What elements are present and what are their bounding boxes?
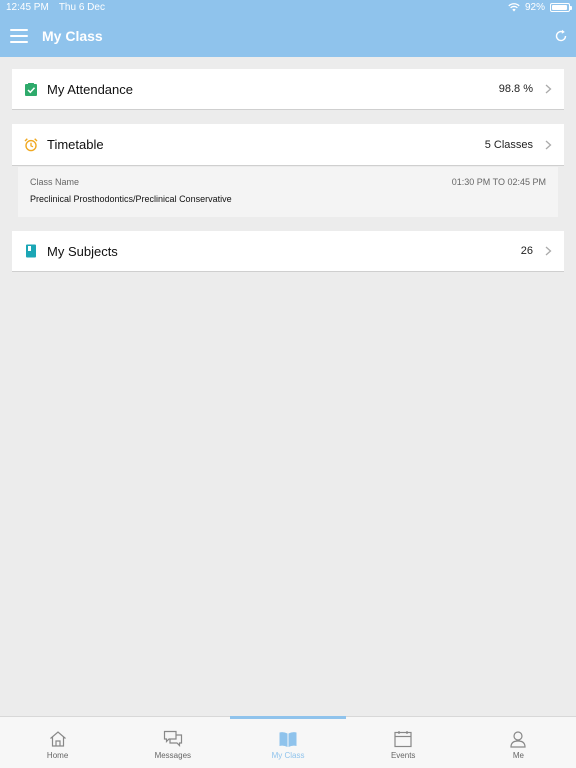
timetable-card[interactable]: Timetable 5 Classes <box>12 124 564 166</box>
class-name-label: Class Name <box>30 177 80 187</box>
refresh-icon[interactable] <box>554 29 568 43</box>
tab-label: Me <box>512 751 524 760</box>
tab-bar: Home Messages My Class Events Me <box>0 716 576 768</box>
user-icon <box>510 731 527 748</box>
checkbox-icon <box>24 82 38 96</box>
status-time: 12:45 PM <box>6 2 49 13</box>
subjects-label: My Subjects <box>47 243 118 259</box>
chat-bubbles-icon <box>163 730 182 747</box>
tab-me[interactable]: Me <box>461 717 576 768</box>
tab-label: My Class <box>271 751 305 760</box>
tab-home[interactable]: Home <box>0 717 115 768</box>
chevron-right-icon <box>545 140 552 149</box>
class-time: 01:30 PM TO 02:45 PM <box>451 177 546 187</box>
battery-fill <box>552 5 567 10</box>
tab-label: Messages <box>154 751 192 760</box>
class-name: Preclinical Prosthodontics/Preclinical C… <box>30 194 232 204</box>
battery-percent: 92% <box>524 2 545 13</box>
timetable-value: 5 Classes <box>484 138 533 151</box>
status-bar: 12:45 PM Thu 6 Dec 92% <box>0 0 576 15</box>
timetable-entry-header: Class Name 01:30 PM TO 02:45 PM <box>30 177 546 187</box>
subjects-value: 26 <box>520 245 533 257</box>
tab-label: Home <box>46 751 69 760</box>
calendar-icon <box>394 731 412 748</box>
timetable-label: Timetable <box>47 137 104 152</box>
hamburger-icon[interactable] <box>10 29 28 43</box>
open-book-icon <box>279 732 297 747</box>
page-title: My Class <box>42 28 103 44</box>
timetable-entry[interactable]: Class Name 01:30 PM TO 02:45 PM Preclini… <box>18 167 558 217</box>
tab-my-class[interactable]: My Class <box>230 716 346 768</box>
attendance-label: My Attendance <box>47 81 133 97</box>
chevron-right-icon <box>545 246 552 256</box>
wifi-icon <box>508 3 520 12</box>
tab-label: Events <box>390 751 416 760</box>
attendance-value: 98.8 % <box>498 83 533 95</box>
subjects-card[interactable]: My Subjects 26 <box>12 231 564 272</box>
status-date: Thu 6 Dec <box>58 2 105 13</box>
book-icon <box>24 244 38 258</box>
alarm-clock-icon <box>24 137 38 152</box>
tab-events[interactable]: Events <box>346 717 461 768</box>
tab-messages[interactable]: Messages <box>115 717 230 768</box>
app-header: My Class <box>0 15 576 57</box>
battery-icon <box>550 3 572 12</box>
attendance-card[interactable]: My Attendance 98.8 % <box>12 69 564 110</box>
active-tab-indicator <box>230 716 346 719</box>
home-icon <box>49 731 66 747</box>
chevron-right-icon <box>545 84 552 94</box>
status-right: 92% <box>508 2 572 13</box>
